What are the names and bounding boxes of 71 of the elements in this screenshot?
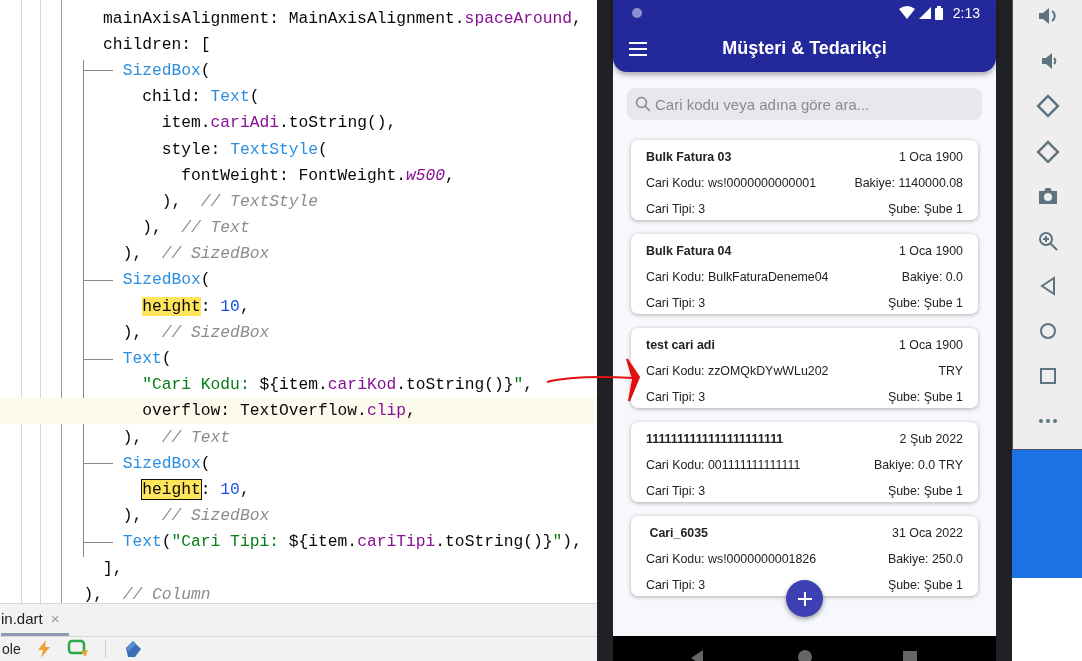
code-line: "Cari Kodu: ${item.cariKod.toString()}",	[141, 375, 534, 395]
account-type: Cari Tipi: 3	[646, 483, 706, 498]
battery-icon	[934, 5, 943, 20]
menu-icon[interactable]	[629, 41, 647, 56]
rotate-icon[interactable]	[1034, 94, 1061, 118]
account-name: Cari_6035	[648, 525, 708, 540]
account-card[interactable]: Bulk Fatura 03 1 Oca 1900 Cari Kodu: ws!0000000000001 Bakiye: 1140000.08 Cari Tipi: 3 Şube: Şube 1	[631, 140, 978, 220]
reload-icon[interactable]	[66, 639, 89, 659]
account-branch: Şube: Şube 1	[887, 483, 963, 498]
code-line: style: TextStyle(	[160, 139, 328, 159]
account-balance: Bakiye: 1140000.08	[854, 175, 963, 190]
app-title: Müşteri & Tedarikçi	[722, 38, 887, 58]
account-code: Cari Kodu: ws!0000000001826	[646, 551, 817, 566]
code-line: ), // SizedBox	[121, 506, 270, 526]
code-line: ), // Text	[121, 427, 231, 447]
account-date: 2 Şub 2022	[899, 431, 963, 446]
account-balance: Bakiye: 250.0	[887, 551, 963, 566]
account-card[interactable]: 1111111111111111111111 2 Şub 2022 Cari Kodu: 001111111111111 Bakiye: 0.0 TRY Cari Tipi: 3 Şube: Şube 1	[631, 422, 978, 502]
account-name: Bulk Fatura 03	[646, 149, 732, 164]
account-type: Cari Tipi: 3	[646, 201, 706, 216]
account-date: 1 Oca 1900	[898, 337, 963, 352]
account-card[interactable]: test cari adi 1 Oca 1900 Cari Kodu: zzOMQkDYwWLu202 TRY Cari Tipi: 3 Şube: Şube 1	[631, 328, 978, 408]
code-line: SizedBox(	[121, 270, 211, 290]
code-line: ), // Column	[82, 584, 211, 603]
account-type: Cari Tipi: 3	[646, 295, 706, 310]
account-type: Cari Tipi: 3	[646, 577, 706, 592]
code-line: Text(	[121, 349, 172, 369]
search-field[interactable]: Cari kodu veya adına göre ara...	[627, 88, 982, 120]
code-line: ), // SizedBox	[121, 322, 270, 342]
account-balance: TRY	[938, 363, 963, 378]
account-code: Cari Kodu: 001111111111111	[646, 457, 801, 472]
account-branch: Şube: Şube 1	[887, 577, 963, 592]
code-line: item.cariAdi.toString(),	[160, 113, 397, 133]
account-name: Bulk Fatura 04	[646, 243, 732, 258]
account-date: 31 Oca 2022	[892, 525, 963, 540]
code-line: Text("Cari Tipi: ${item.cariTipi.toString()}"),	[121, 532, 582, 552]
account-branch: Şube: Şube 1	[887, 201, 963, 216]
code-line: ), // Text	[141, 218, 250, 238]
account-date: 1 Oca 1900	[898, 243, 963, 258]
code-line: SizedBox(	[121, 60, 211, 80]
account-card[interactable]: Cari_6035 31 Oca 2022 Cari Kodu: ws!0000000001826 Bakiye: 250.0 Cari Tipi: 3 Şube: Şube 1	[631, 516, 978, 596]
overview-icon[interactable]	[903, 650, 917, 661]
code-line: ), // SizedBox	[121, 244, 270, 264]
code-line: child: Text(	[141, 87, 260, 107]
account-card[interactable]: Bulk Fatura 04 1 Oca 1900 Cari Kodu: BulkFaturaDeneme04 Bakiye: 0.0 Cari Tipi: 3 Şube: Şube 1	[631, 234, 978, 314]
account-code: Cari Kodu: BulkFaturaDeneme04	[646, 269, 829, 284]
code-line: fontWeight: FontWeight.w500,	[180, 165, 455, 185]
account-branch: Şube: Şube 1	[887, 295, 963, 310]
account-branch: Şube: Şube 1	[887, 389, 963, 404]
code-line: mainAxisAlignment: MainAxisAlignment.spaceAround,	[102, 8, 582, 28]
rotate-icon[interactable]	[1034, 139, 1061, 163]
account-date: 1 Oca 1900	[898, 149, 963, 164]
code-line: children: [	[102, 34, 211, 54]
account-balance: Bakiye: 0.0 TRY	[873, 457, 963, 472]
account-type: Cari Tipi: 3	[646, 389, 706, 404]
account-code: Cari Kodu: ws!0000000000001	[646, 175, 817, 190]
account-name: test cari adi	[646, 337, 715, 352]
plus-icon	[796, 590, 813, 607]
console-tab[interactable]: ole	[2, 641, 21, 657]
account-balance: Bakiye: 0.0	[901, 269, 963, 284]
code-line: SizedBox(	[121, 453, 211, 473]
status-time: 2:13	[952, 4, 980, 21]
signal-icon	[918, 6, 931, 19]
code-line: ],	[102, 558, 123, 578]
wifi-icon	[898, 6, 915, 19]
account-name: 1111111111111111111111	[646, 431, 784, 446]
code-line: overflow: TextOverflow.clip,	[141, 401, 416, 421]
status-dot-icon	[631, 6, 643, 19]
home-icon[interactable]	[798, 650, 812, 661]
account-code: Cari Kodu: zzOMQkDYwWLu202	[646, 363, 829, 378]
code-line: ), // TextStyle	[160, 191, 319, 211]
